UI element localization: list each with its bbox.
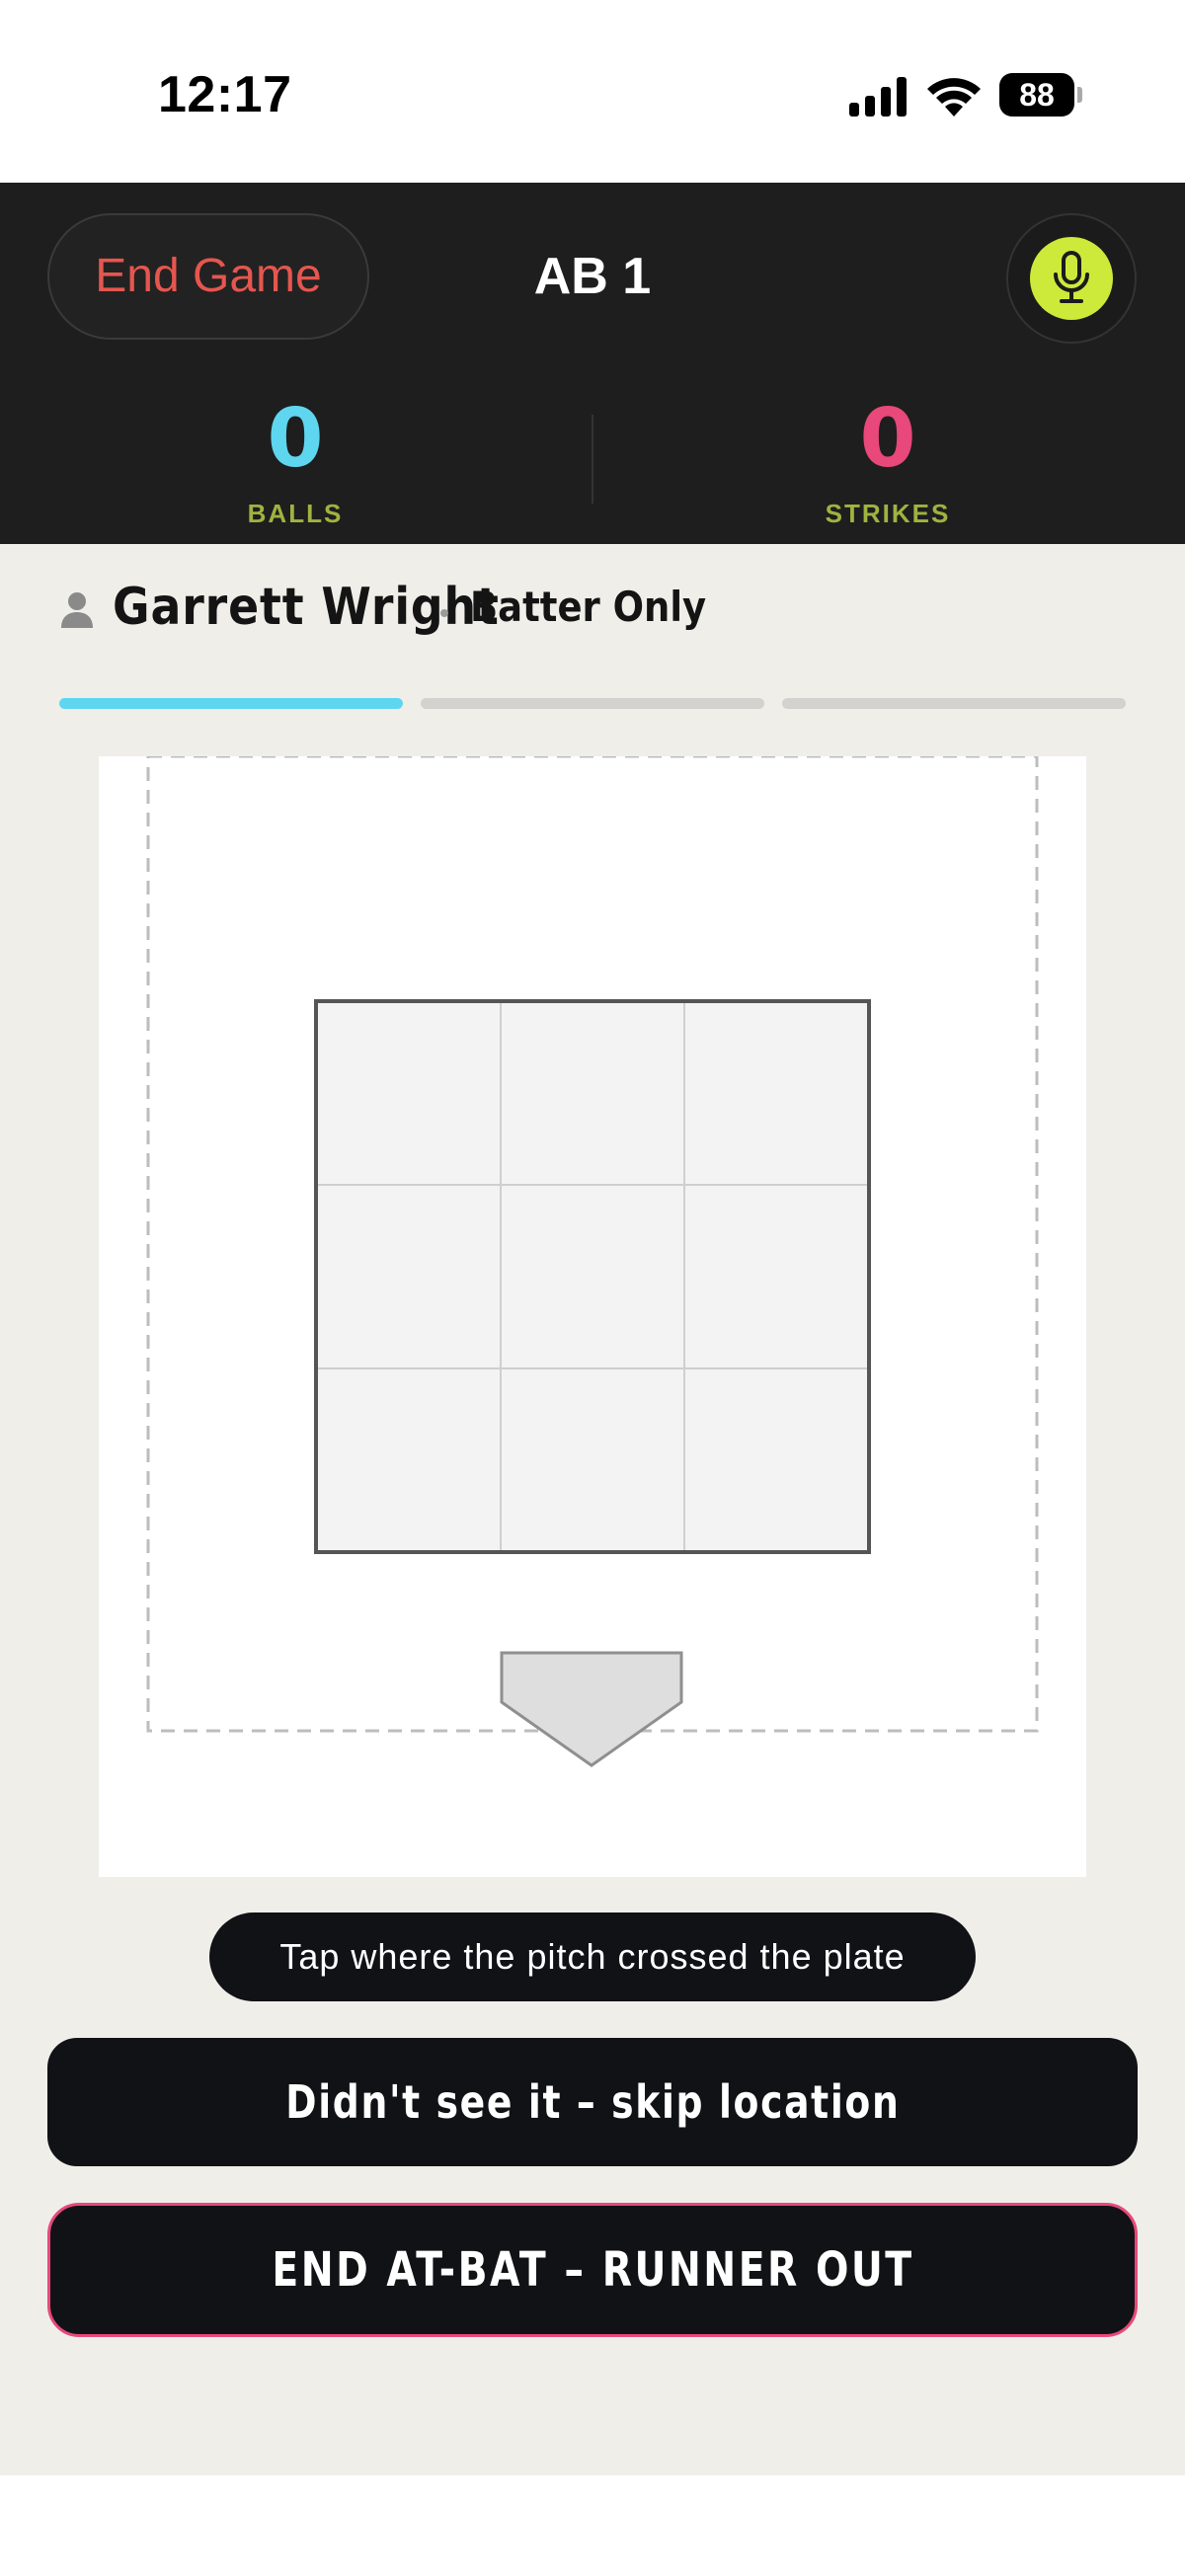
- bottom-safe-area: [0, 2475, 1185, 2576]
- end-at-bat-label: END AT-BAT – RUNNER OUT: [271, 2242, 914, 2298]
- balls-label: BALLS: [247, 499, 344, 528]
- skip-location-label: Didn't see it – skip location: [284, 2075, 901, 2129]
- skip-location-button[interactable]: Didn't see it – skip location: [47, 2038, 1138, 2166]
- person-icon: [59, 590, 95, 630]
- wifi-icon: [926, 73, 982, 117]
- end-at-bat-button[interactable]: END AT-BAT – RUNNER OUT: [47, 2203, 1138, 2337]
- separator-dot: [440, 609, 448, 617]
- cellular-signal-icon: [849, 77, 908, 117]
- at-bat-title: AB 1: [533, 248, 652, 305]
- batter-mode: Batter Only: [470, 583, 707, 631]
- strikes-label: STRIKES: [825, 499, 951, 528]
- strike-zone: [314, 999, 871, 1554]
- count-divider: [592, 415, 593, 504]
- progress-step-3: [782, 698, 1126, 709]
- location-hint: Tap where the pitch crossed the plate: [209, 1912, 976, 2001]
- battery-icon: 88: [999, 73, 1082, 117]
- status-time: 12:17: [158, 66, 292, 123]
- microphone-icon: [1030, 237, 1113, 320]
- home-plate-icon: [500, 1651, 683, 1767]
- balls-count: 0: [267, 392, 324, 486]
- voice-input-button[interactable]: [1006, 213, 1137, 344]
- progress-step-1: [59, 698, 403, 709]
- battery-level: 88: [1019, 77, 1055, 113]
- strikes-count: 0: [859, 392, 916, 486]
- end-game-button[interactable]: End Game: [47, 213, 369, 340]
- pitch-location-area[interactable]: [99, 756, 1086, 1877]
- batter-name: Garrett Wright: [113, 578, 500, 637]
- progress-step-2: [421, 698, 764, 709]
